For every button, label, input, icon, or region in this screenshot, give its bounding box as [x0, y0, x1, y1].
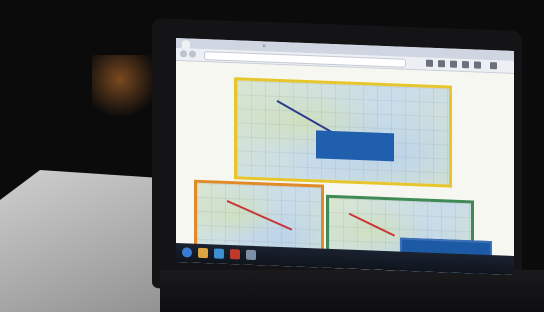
- close-icon[interactable]: ×: [262, 43, 266, 49]
- windows-start-icon[interactable]: [182, 247, 192, 258]
- callout-box-top: [316, 130, 394, 162]
- browser-icon[interactable]: [214, 248, 224, 259]
- route-line: [348, 212, 396, 237]
- toolbar-icon[interactable]: [474, 61, 481, 69]
- toolbar-icon[interactable]: [438, 60, 445, 68]
- laptop-base: [160, 270, 544, 312]
- presentation-slide: [176, 61, 514, 275]
- forward-icon[interactable]: [189, 50, 196, 58]
- photo-scene: ×: [0, 0, 544, 312]
- toolbar-icon[interactable]: [450, 60, 457, 68]
- toolbar-icon[interactable]: [462, 60, 469, 69]
- laptop-screen: ×: [176, 38, 514, 275]
- route-line: [226, 200, 293, 231]
- app-icon[interactable]: [230, 249, 240, 260]
- back-icon[interactable]: [180, 50, 187, 58]
- toolbar-icon[interactable]: [426, 59, 433, 67]
- app-icon[interactable]: [246, 249, 256, 261]
- system-clock[interactable]: [488, 259, 510, 270]
- menu-icon[interactable]: [490, 62, 497, 70]
- folder-icon[interactable]: [198, 247, 208, 259]
